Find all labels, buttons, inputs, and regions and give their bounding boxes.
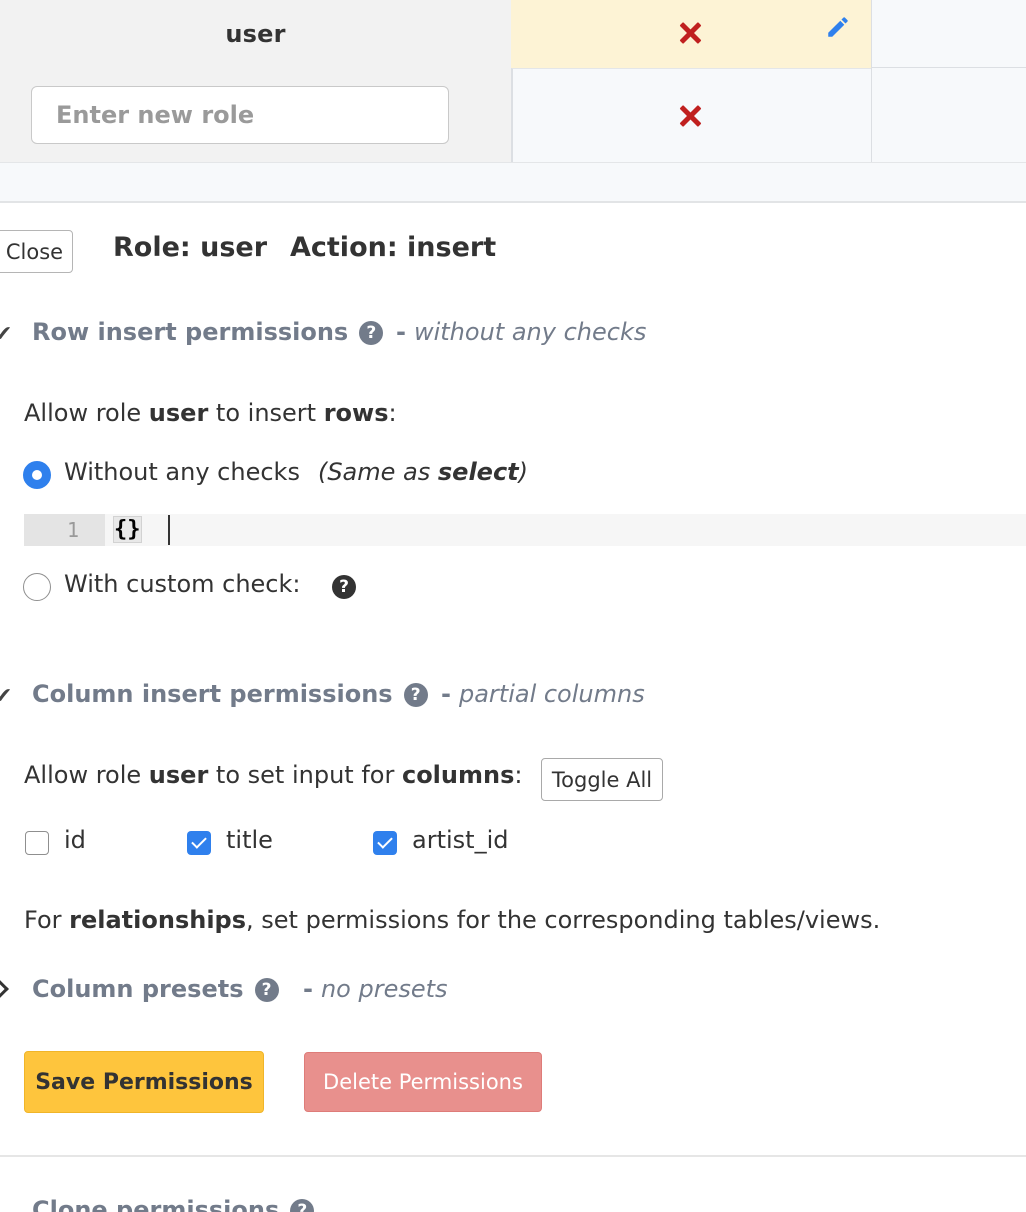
insert-permission-cell-user[interactable] <box>511 0 871 68</box>
clone-permissions-header[interactable]: Clone permissions ? <box>32 1196 315 1212</box>
expanded-check-icon: ✔ <box>0 684 13 709</box>
column-label-id[interactable]: id <box>64 826 86 854</box>
column-checkbox-id[interactable] <box>25 831 49 855</box>
column-presets-header[interactable]: Column presets ? <box>32 975 279 1003</box>
line-number: 1 <box>24 514 105 546</box>
section-title: Clone permissions <box>32 1196 280 1212</box>
section-title: Column insert permissions <box>32 680 393 708</box>
toggle-all-button[interactable]: Toggle All <box>541 758 663 801</box>
column-permissions-header[interactable]: Column insert permissions ? <box>32 680 428 708</box>
column-checkbox-title[interactable] <box>187 831 211 855</box>
section-title: Row insert permissions <box>32 318 349 346</box>
row-permissions-header[interactable]: Row insert permissions ? <box>32 318 384 346</box>
no-access-icon <box>679 22 701 44</box>
column-permissions-summary: - partial columns <box>441 680 645 708</box>
column-checkbox-artist-id[interactable] <box>373 831 397 855</box>
chevron-right-icon[interactable] <box>0 979 9 999</box>
select-permission-cell-user[interactable] <box>871 0 1026 68</box>
table-footer-strip <box>0 162 1026 203</box>
check-code-editor[interactable]: 1 {} <box>24 514 1026 546</box>
expanded-check-icon: ✔ <box>0 322 13 347</box>
select-permission-cell-new[interactable] <box>871 68 1026 162</box>
divider <box>0 1155 1026 1157</box>
column-presets-summary: - no presets <box>303 975 448 1003</box>
role-name: user <box>225 20 286 48</box>
action-heading: Action: insert <box>290 232 497 263</box>
help-icon[interactable]: ? <box>254 978 279 1002</box>
help-icon[interactable]: ? <box>290 1199 315 1212</box>
no-access-icon <box>679 105 701 127</box>
role-heading: Role: user <box>113 232 268 263</box>
relationships-note: For relationships, set permissions for t… <box>24 906 881 934</box>
new-role-cell <box>0 68 511 162</box>
custom-check-label[interactable]: With custom check: <box>64 570 300 598</box>
code-content[interactable]: {} <box>113 514 142 546</box>
column-label-artist-id[interactable]: artist_id <box>412 826 508 854</box>
row-permissions-summary: - without any checks <box>396 318 647 346</box>
pencil-icon[interactable] <box>825 14 851 40</box>
role-cell-user: user <box>0 0 511 68</box>
section-title: Column presets <box>32 975 244 1003</box>
text-cursor <box>168 515 170 545</box>
close-button[interactable]: Close <box>0 230 73 273</box>
column-label-title[interactable]: title <box>226 826 273 854</box>
permissions-table: user <box>0 0 1026 162</box>
new-role-input[interactable] <box>31 86 449 144</box>
help-icon[interactable]: ? <box>332 575 356 599</box>
custom-check-radio[interactable] <box>23 573 51 601</box>
without-checks-radio[interactable] <box>23 461 51 489</box>
row-allow-text: Allow role user to insert rows: <box>24 399 397 427</box>
column-allow-text: Allow role user to set input for columns… <box>24 761 523 789</box>
without-checks-label[interactable]: Without any checks (Same as select) <box>64 458 528 486</box>
insert-permission-cell-new[interactable] <box>511 68 871 162</box>
save-permissions-button[interactable]: Save Permissions <box>24 1051 264 1113</box>
delete-permissions-button[interactable]: Delete Permissions <box>304 1052 542 1112</box>
help-icon[interactable]: ? <box>403 683 428 707</box>
help-icon[interactable]: ? <box>359 321 384 345</box>
